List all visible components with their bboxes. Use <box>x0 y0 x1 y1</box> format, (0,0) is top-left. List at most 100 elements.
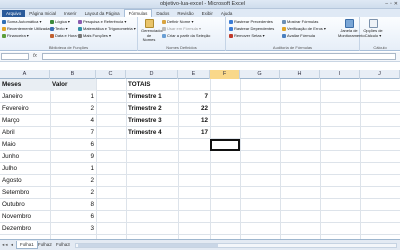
financeira[interactable]: Financeira ▾ <box>2 33 29 38</box>
cell-valor[interactable]: 6 <box>50 139 96 151</box>
cell-trimestre-value[interactable]: 17 <box>178 127 210 139</box>
totais-title[interactable]: TOTAIS <box>126 79 178 91</box>
tab-revisao[interactable]: Revisão <box>173 10 197 17</box>
sheet-tab-folha3[interactable]: Folha3 <box>53 241 73 249</box>
opcoes-calculo-button[interactable]: Opções de Cálculo ▾ <box>363 19 383 38</box>
fx-icon[interactable]: fx <box>33 53 37 59</box>
cell-mes[interactable]: Outubro <box>0 199 50 211</box>
matematica-trigonometria[interactable]: Matemática e Trigonometria ▾ <box>78 26 136 31</box>
rastrear-dependentes[interactable]: Rastrear Dependentes <box>229 26 274 31</box>
warning-icon <box>282 26 286 31</box>
cell-mes[interactable]: Julho <box>0 163 50 175</box>
cell-trimestre-label[interactable]: Trimestre 1 <box>126 91 182 103</box>
cell-trimestre-label[interactable]: Trimestre 4 <box>126 127 182 139</box>
cell-valor[interactable]: 2 <box>50 187 96 199</box>
cell-mes[interactable]: Fevereiro <box>0 103 50 115</box>
formula-input[interactable] <box>42 53 396 60</box>
minimize-button[interactable]: – <box>385 1 388 7</box>
scrollbar-thumb[interactable] <box>78 244 218 247</box>
logica[interactable]: Lógica ▾ <box>50 19 70 24</box>
cell-mes[interactable]: Dezembro <box>0 223 50 235</box>
column-header-d[interactable]: D <box>126 70 178 79</box>
cell-mes[interactable]: Maio <box>0 139 50 151</box>
column-headers: A B C D E F G H I J <box>0 70 400 79</box>
cell-valor[interactable]: 4 <box>50 115 96 127</box>
data-hora[interactable]: Data e Hora ▾ <box>50 33 80 38</box>
tab-dados[interactable]: Dados <box>152 10 173 17</box>
cell-mes[interactable]: Junho <box>0 151 50 163</box>
mais-funcoes[interactable]: Mais Funções ▾ <box>78 33 111 38</box>
tab-arquivo[interactable]: Arquivo <box>2 10 26 17</box>
recentemente-utilizadas[interactable]: Recentemente Utilizadas ▾ <box>2 26 55 31</box>
column-header-c[interactable]: C <box>96 70 126 79</box>
cell-mes[interactable]: Novembro <box>0 211 50 223</box>
rastrear-precedentes[interactable]: Rastrear Precedentes <box>229 19 273 24</box>
column-header-b[interactable]: B <box>50 70 96 79</box>
janela-monitoramento-button[interactable]: Janela de Monitoramento <box>338 19 365 38</box>
cell-trimestre-value[interactable]: 7 <box>178 91 210 103</box>
soma-automatica[interactable]: Soma Automática ▾ <box>2 19 41 24</box>
column-header-j[interactable]: J <box>360 70 400 79</box>
group-biblioteca: Soma Automática ▾ Recentemente Utilizada… <box>0 17 138 51</box>
cell-valor[interactable]: 9 <box>50 151 96 163</box>
sheet-grid[interactable]: Meses Valor TOTAIS Janeiro 1 Trimestre 1… <box>0 79 400 239</box>
table-row: Janeiro 1 Trimestre 1 7 <box>0 91 400 103</box>
header-meses[interactable]: Meses <box>0 79 50 91</box>
cell-mes[interactable]: Agosto <box>0 175 50 187</box>
selection-icon <box>162 33 166 38</box>
tab-pagina-inicial[interactable]: Página Inicial <box>25 10 60 17</box>
usar-em-formula[interactable]: Usar em Fórmula ▾ <box>162 26 201 31</box>
cell-valor[interactable]: 8 <box>50 199 96 211</box>
tab-layout[interactable]: Layout da Página <box>81 10 124 17</box>
column-header-i[interactable]: I <box>320 70 360 79</box>
header-valor[interactable]: Valor <box>50 79 96 91</box>
column-header-g[interactable]: G <box>240 70 280 79</box>
tab-exibir[interactable]: Exibir <box>198 10 217 17</box>
close-button[interactable]: ✕ <box>394 1 398 7</box>
group-label-biblioteca: Biblioteca de Funções <box>48 45 89 50</box>
book-icon <box>78 26 82 31</box>
arrow-icon <box>229 26 233 31</box>
active-cell-outline[interactable] <box>210 139 240 151</box>
texto[interactable]: Texto ▾ <box>50 26 68 31</box>
table-row: Julho 1 <box>0 163 400 175</box>
group-label-nomes: Nomes Definidos <box>166 45 197 50</box>
cell-mes[interactable]: Abril <box>0 127 50 139</box>
cell-valor[interactable]: 2 <box>50 103 96 115</box>
remover-setas[interactable]: Remover Setas ▾ <box>229 33 265 38</box>
horizontal-scrollbar[interactable] <box>75 243 397 248</box>
name-box[interactable] <box>1 53 29 60</box>
tab-formulas[interactable]: Fórmulas <box>123 9 153 17</box>
maximize-button[interactable]: ▫ <box>390 1 392 7</box>
sheet-tab-folha2[interactable]: Folha2 <box>35 241 55 249</box>
tab-inserir[interactable]: Inserir <box>60 10 81 17</box>
cell-trimestre-value[interactable]: 22 <box>178 103 210 115</box>
cell-trimestre-label[interactable]: Trimestre 2 <box>126 103 182 115</box>
gerenciador-nomes-button[interactable]: Gerenciador de Nomes <box>141 19 163 43</box>
avaliar-formula[interactable]: Avaliar Fórmula <box>282 33 315 38</box>
tab-ajuda[interactable]: Ajuda <box>217 10 237 17</box>
table-row: Meses Valor TOTAIS <box>0 79 400 91</box>
cell-mes[interactable]: Março <box>0 115 50 127</box>
cell-mes[interactable]: Janeiro <box>0 91 50 103</box>
verificacao-erros[interactable]: Verificação de Erros ▾ <box>282 26 326 31</box>
cell-valor[interactable]: 3 <box>50 223 96 235</box>
cell-trimestre-value[interactable]: 12 <box>178 115 210 127</box>
cell-valor[interactable]: 7 <box>50 127 96 139</box>
column-header-h[interactable]: H <box>280 70 320 79</box>
book-icon <box>50 26 54 31</box>
column-header-f[interactable]: F <box>210 70 240 79</box>
criar-selecao[interactable]: Criar a partir da Seleção <box>162 33 210 38</box>
cell-valor[interactable]: 1 <box>50 163 96 175</box>
pesquisa-referencia[interactable]: Pesquisa e Referência ▾ <box>78 19 126 24</box>
mostrar-formulas[interactable]: Mostrar Fórmulas <box>282 19 318 24</box>
star-icon <box>2 26 6 31</box>
cell-valor[interactable]: 1 <box>50 91 96 103</box>
cell-trimestre-label[interactable]: Trimestre 3 <box>126 115 182 127</box>
definir-nome[interactable]: Definir Nome ▾ <box>162 19 193 24</box>
column-header-e[interactable]: E <box>178 70 210 79</box>
cell-valor[interactable]: 6 <box>50 211 96 223</box>
cell-valor[interactable]: 2 <box>50 175 96 187</box>
column-header-a[interactable]: A <box>0 70 50 79</box>
cell-mes[interactable]: Setembro <box>0 187 50 199</box>
